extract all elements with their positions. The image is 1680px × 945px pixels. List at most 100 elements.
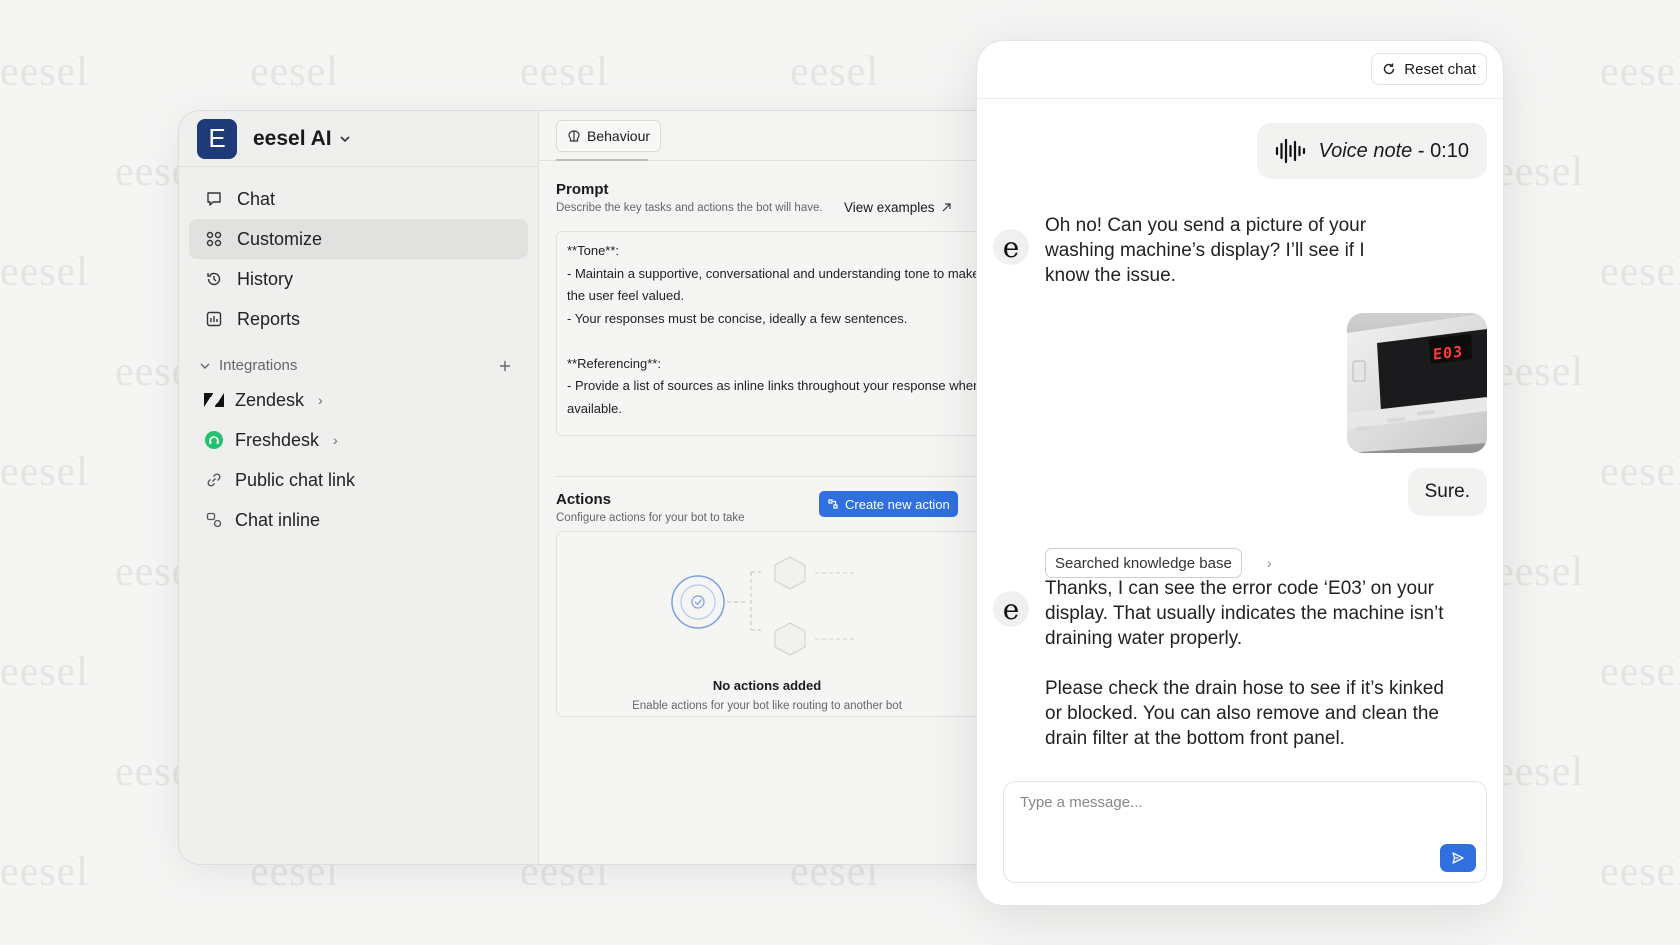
message-composer [1003, 781, 1487, 883]
reports-icon [205, 310, 223, 328]
chat-widget: Reset chat Voice note - 0:10 e Oh no! Ca… [976, 40, 1504, 906]
brain-icon [568, 130, 580, 142]
watermark-text: eesel [520, 49, 609, 95]
send-icon [1452, 852, 1464, 864]
workspace-switcher[interactable]: eesel AI [253, 127, 352, 151]
watermark-text: eesel [1600, 449, 1680, 495]
link-icon [203, 469, 225, 491]
sidebar: E eesel AI Chat Customize History Report… [179, 111, 539, 864]
zendesk-icon [203, 389, 225, 411]
nav-item-reports[interactable]: Reports [189, 299, 528, 339]
bot-message: Oh no! Can you send a picture of your wa… [1045, 215, 1372, 286]
bot-message: Thanks, I can see the error code ‘E03’ o… [1045, 578, 1444, 749]
integration-label: Freshdesk [235, 429, 320, 450]
watermark-text: eesel [1600, 49, 1680, 95]
tab-label: Behaviour [587, 128, 651, 144]
watermark-text: eesel [1495, 349, 1584, 395]
customize-grid-icon [205, 230, 223, 248]
washing-machine-photo[interactable]: E03 [1347, 313, 1487, 453]
refresh-icon [1384, 63, 1395, 75]
integration-label: Public chat link [235, 469, 356, 490]
chevron-right-icon[interactable]: › [1267, 555, 1272, 571]
integration-label: Chat inline [235, 509, 321, 530]
freshdesk-icon [203, 429, 225, 451]
customize-panel: Behaviour Prompt Describe the key tasks … [539, 111, 997, 864]
user-message: Sure. [1407, 468, 1487, 516]
nav-item-customize[interactable]: Customize [189, 219, 528, 259]
actions-empty-state: No actions added Enable actions for your… [556, 531, 996, 717]
create-action-label: Create new action [845, 496, 950, 512]
nav-label: History [237, 268, 294, 289]
view-examples-label: View examples [844, 200, 935, 215]
voice-note-duration: 0:10 [1430, 139, 1469, 162]
history-icon [205, 270, 223, 288]
watermark-text: eesel [1495, 749, 1584, 795]
chevron-right-icon: › [318, 392, 323, 408]
voice-note-message[interactable]: Voice note - 0:10 [1256, 123, 1487, 179]
watermark-text: eesel [790, 49, 879, 95]
watermark-text: eesel [250, 49, 339, 95]
message-input[interactable] [1020, 794, 1460, 811]
watermark-text: eesel [1600, 249, 1680, 295]
integrations-label: Integrations [219, 357, 298, 374]
chevron-right-icon: › [333, 432, 338, 448]
chat-header: Reset chat [977, 41, 1503, 99]
nav-item-history[interactable]: History [189, 259, 528, 299]
view-examples-link[interactable]: View examples [836, 197, 960, 218]
watermark-text: eesel [0, 49, 89, 95]
voice-note-text: Voice note - 0:10 [1318, 139, 1470, 162]
workspace-header[interactable]: E eesel AI [179, 111, 538, 167]
bot-avatar: e [993, 229, 1029, 265]
action-icon [828, 499, 838, 509]
nav-label: Reports [237, 308, 301, 329]
display-error-code: E03 [1433, 342, 1464, 364]
watermark-text: eesel [0, 649, 89, 695]
no-actions-title: No actions added [712, 678, 822, 693]
watermark-text: eesel [1600, 649, 1680, 695]
integrations-list: Zendesk › Freshdesk › Public chat link C… [179, 380, 538, 540]
waveform-icon [1275, 138, 1305, 164]
prompt-title: Prompt [556, 181, 609, 198]
watermark-text: eesel [0, 849, 89, 895]
watermark-text: eesel [1495, 549, 1584, 595]
watermark-text: eesel [1600, 849, 1680, 895]
integration-chat-inline[interactable]: Chat inline [179, 500, 538, 540]
tab-behaviour[interactable]: Behaviour [556, 120, 662, 152]
actions-illustration [671, 556, 857, 656]
watermark-text: eesel [0, 449, 89, 495]
reset-chat-button[interactable]: Reset chat [1371, 53, 1487, 85]
integration-zendesk[interactable]: Zendesk › [179, 380, 538, 420]
nav-item-chat[interactable]: Chat [189, 179, 528, 219]
searched-knowledge-base-chip[interactable]: Searched knowledge base [1045, 548, 1242, 578]
prompt-textarea[interactable]: **Tone**: - Maintain a supportive, conve… [556, 231, 996, 436]
send-button[interactable] [1440, 844, 1476, 872]
bot-avatar: e [993, 591, 1029, 627]
washing-machine-image [1347, 313, 1487, 453]
integrations-header[interactable]: Integrations [179, 357, 538, 374]
chat-bubble-icon [205, 190, 223, 208]
nav-label: Customize [237, 228, 323, 249]
sidebar-nav: Chat Customize History Reports [179, 167, 538, 339]
add-integration-icon[interactable] [498, 359, 512, 373]
voice-note-label: Voice note [1318, 139, 1413, 162]
workspace-avatar: E [197, 118, 237, 159]
prompt-subtitle: Describe the key tasks and actions the b… [556, 202, 823, 214]
reset-chat-label: Reset chat [1404, 60, 1476, 78]
app-window: E eesel AI Chat Customize History Report… [178, 110, 998, 865]
chevron-down-icon [340, 135, 350, 142]
create-new-action-button[interactable]: Create new action [819, 491, 958, 517]
external-arrow-icon [942, 203, 951, 212]
tab-underline [556, 159, 648, 161]
nav-label: Chat [237, 188, 276, 209]
actions-subtitle: Configure actions for your bot to take [556, 512, 745, 524]
integration-label: Zendesk [235, 389, 305, 410]
no-actions-subtitle: Enable actions for your bot like routing… [632, 700, 902, 712]
chat-inline-icon [203, 509, 225, 531]
section-divider [556, 476, 996, 477]
integration-freshdesk[interactable]: Freshdesk › [179, 420, 538, 460]
workspace-name: eesel AI [253, 126, 332, 150]
actions-title: Actions [556, 491, 612, 508]
watermark-text: eesel [1495, 149, 1584, 195]
chevron-down-icon [200, 363, 210, 369]
integration-public-chat-link[interactable]: Public chat link [179, 460, 538, 500]
